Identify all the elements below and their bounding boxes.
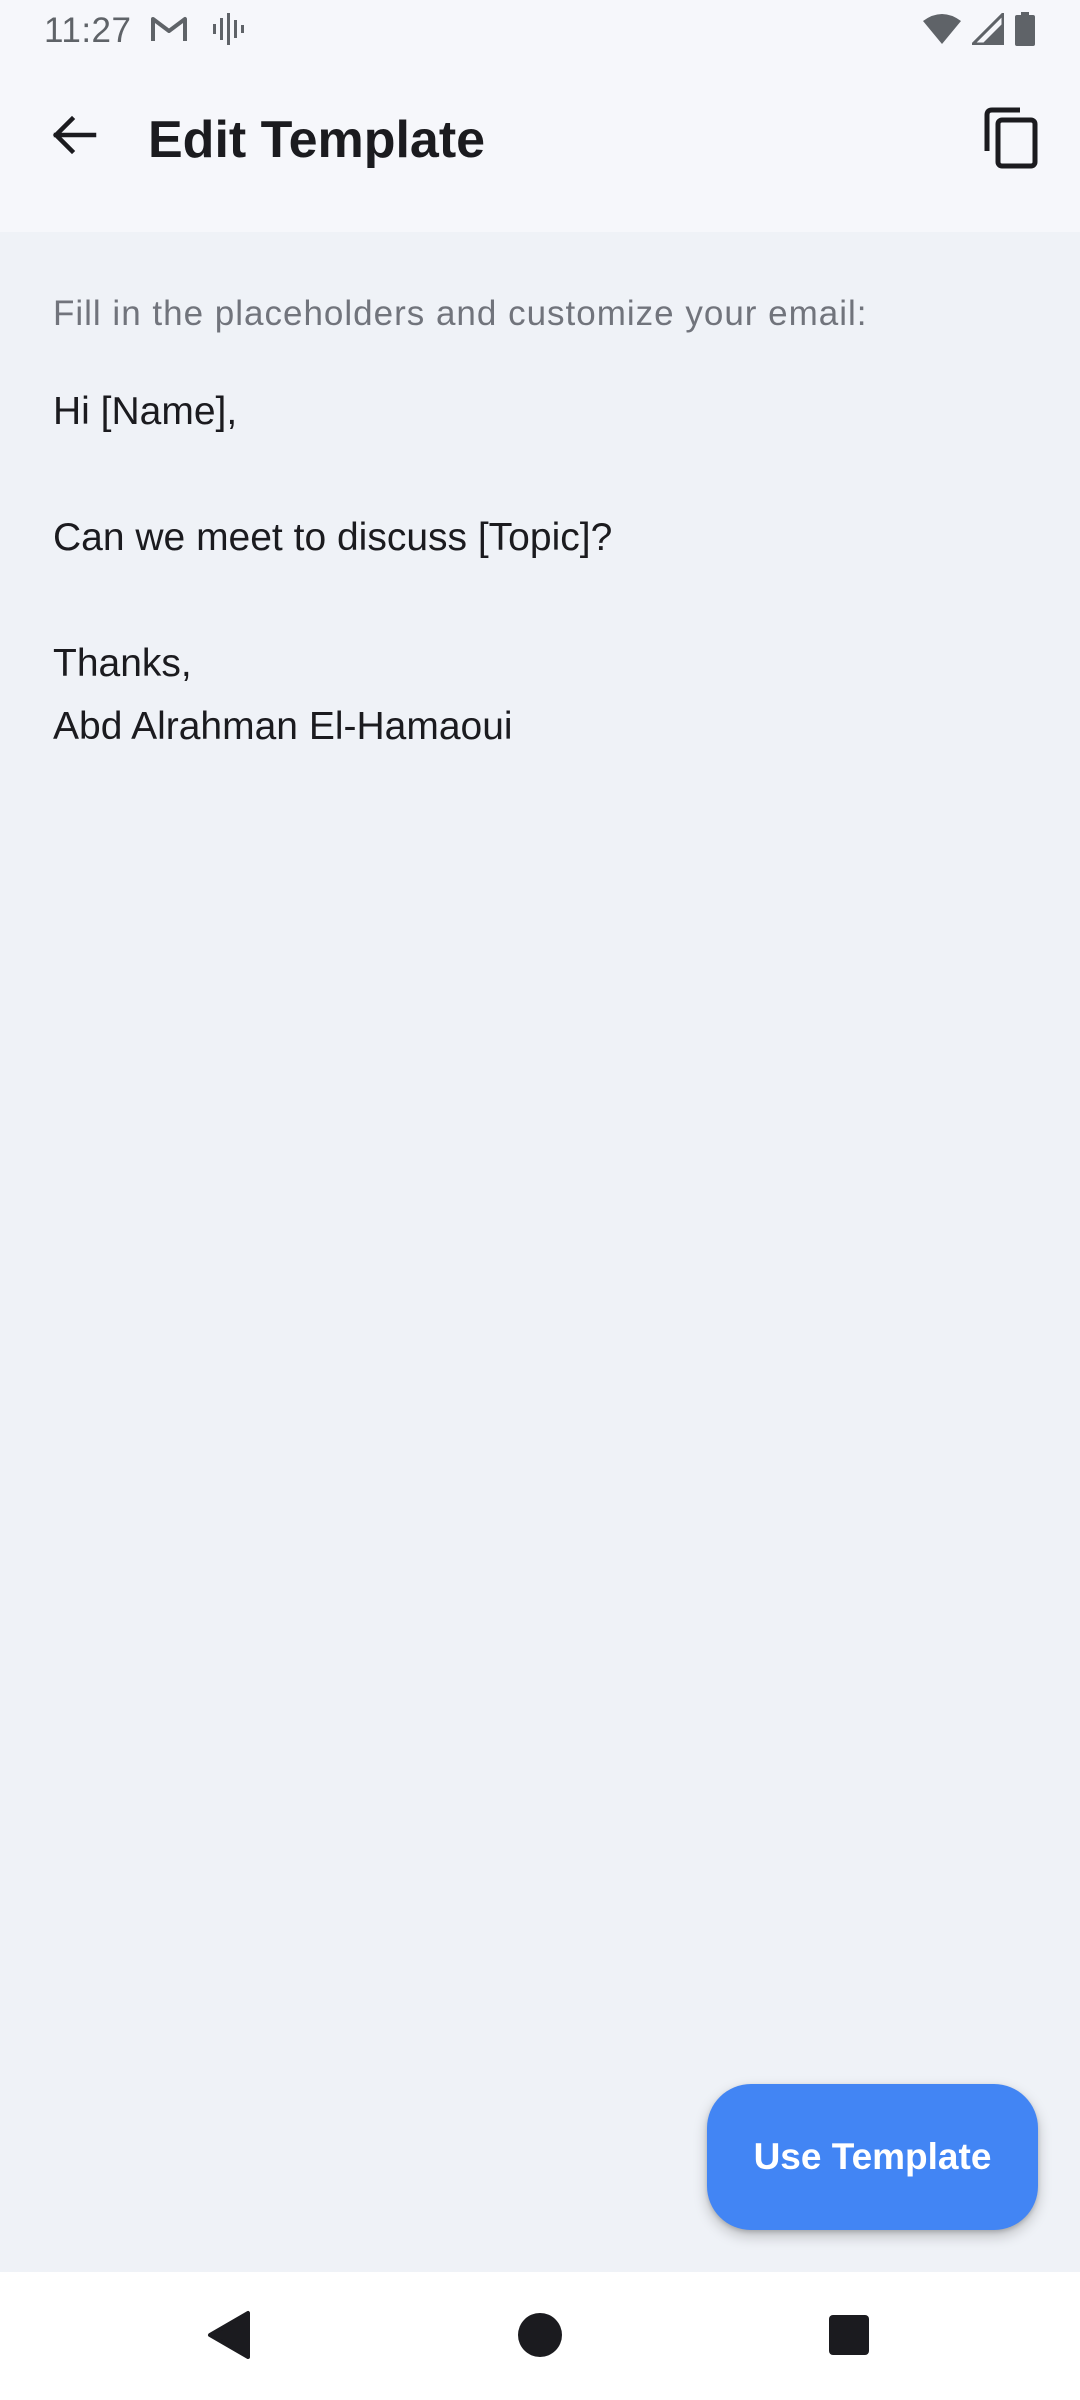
back-triangle-icon [206,2310,252,2365]
copy-button[interactable] [966,95,1056,185]
app-bar: Edit Template [0,62,1080,232]
gmail-icon [150,14,188,49]
back-button[interactable] [34,97,114,177]
home-circle-icon [516,2311,564,2364]
use-template-button[interactable]: Use Template [707,2084,1038,2230]
battery-icon [1014,11,1036,51]
status-system-icons [922,9,1036,51]
status-bar: 11:27 [0,0,1080,62]
email-body-field[interactable]: Hi [Name], Can we meet to discuss [Topic… [53,380,1023,758]
instruction-text: Fill in the placeholders and customize y… [53,294,868,333]
status-notification-icons [150,12,244,51]
arrow-back-icon [50,111,98,164]
nav-recents-button[interactable] [804,2292,894,2382]
wifi-icon [922,13,962,50]
template-editor: Fill in the placeholders and customize y… [0,232,1080,2272]
recents-square-icon [827,2313,871,2362]
system-navigation-bar [0,2272,1080,2400]
nav-back-button[interactable] [184,2292,274,2382]
signal-icon [969,9,1005,50]
copy-icon [984,107,1038,174]
voice-icon [210,12,244,51]
nav-home-button[interactable] [495,2292,585,2382]
page-title: Edit Template [148,111,486,169]
status-time: 11:27 [44,11,132,50]
